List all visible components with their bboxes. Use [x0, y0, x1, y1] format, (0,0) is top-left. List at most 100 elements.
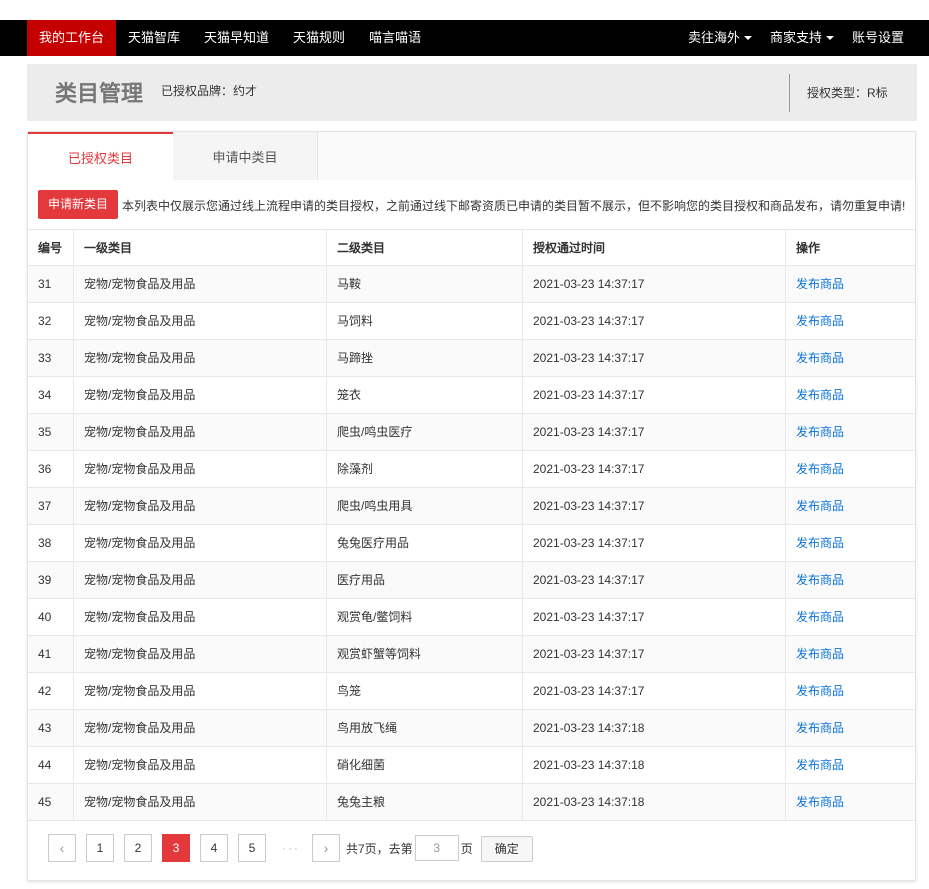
row-action-cell: 发布商品 — [786, 784, 915, 820]
table-row: 37 宠物/宠物食品及用品 爬虫/鸣虫用具 2021-03-23 14:37:17 发布… — [28, 488, 915, 525]
nav-item-4[interactable]: 喵言喵语 — [357, 20, 433, 56]
row-approved-time: 2021-03-23 14:37:18 — [523, 710, 786, 746]
page-suffix-text: 页 — [460, 841, 473, 856]
authorized-brand: 已授权品牌：约才 — [161, 84, 258, 98]
row-id: 34 — [28, 377, 74, 413]
row-level2-category: 马饲料 — [327, 303, 523, 339]
page-ellipsis: ··· — [282, 841, 300, 855]
nav-right-label: 商家支持 — [769, 30, 822, 45]
publish-product-link[interactable]: 发布商品 — [796, 499, 844, 513]
row-approved-time: 2021-03-23 14:37:17 — [523, 266, 786, 302]
row-id: 41 — [28, 636, 74, 672]
nav-left-group: 我的工作台 天猫智库 天猫早知道 天猫规则 喵言喵语 — [27, 20, 433, 56]
page-button[interactable]: 2 — [124, 834, 152, 862]
table-row: 40 宠物/宠物食品及用品 观赏龟/鳖饲料 2021-03-23 14:37:17 发布… — [28, 599, 915, 636]
page-button[interactable]: 1 — [86, 834, 114, 862]
table-row: 34 宠物/宠物食品及用品 笼衣 2021-03-23 14:37:17 发布商品 — [28, 377, 915, 414]
publish-product-link[interactable]: 发布商品 — [796, 758, 844, 772]
publish-product-link[interactable]: 发布商品 — [796, 351, 844, 365]
caret-down-icon — [743, 35, 752, 40]
row-action-cell: 发布商品 — [786, 710, 915, 746]
row-id: 33 — [28, 340, 74, 376]
row-level1-category: 宠物/宠物食品及用品 — [74, 266, 327, 302]
nav-right-item-0[interactable]: 卖往海外 — [679, 20, 761, 56]
row-id: 43 — [28, 710, 74, 746]
page-button[interactable]: 4 — [200, 834, 228, 862]
nav-right-item-2[interactable]: 账号设置 — [843, 20, 913, 56]
publish-product-link[interactable]: 发布商品 — [796, 721, 844, 735]
header-level2-category: 二级类目 — [327, 230, 523, 266]
row-id: 42 — [28, 673, 74, 709]
publish-product-link[interactable]: 发布商品 — [796, 684, 844, 698]
publish-product-link[interactable]: 发布商品 — [796, 425, 844, 439]
publish-product-link[interactable]: 发布商品 — [796, 795, 844, 809]
prev-page-button[interactable]: ‹ — [48, 834, 76, 862]
row-level2-category: 兔兔医疗用品 — [327, 525, 523, 561]
row-level1-category: 宠物/宠物食品及用品 — [74, 636, 327, 672]
goto-page-input[interactable] — [414, 835, 459, 861]
row-level2-category: 除藻剂 — [327, 451, 523, 487]
row-level1-category: 宠物/宠物食品及用品 — [74, 747, 327, 783]
row-level2-category: 笼衣 — [327, 377, 523, 413]
table-row: 39 宠物/宠物食品及用品 医疗用品 2021-03-23 14:37:17 发布商品 — [28, 562, 915, 599]
page-button[interactable]: 3 — [162, 834, 190, 862]
row-action-cell: 发布商品 — [786, 340, 915, 376]
row-id: 35 — [28, 414, 74, 450]
row-id: 44 — [28, 747, 74, 783]
nav-right-label: 账号设置 — [851, 30, 904, 45]
row-id: 39 — [28, 562, 74, 598]
row-action-cell: 发布商品 — [786, 303, 915, 339]
row-approved-time: 2021-03-23 14:37:18 — [523, 784, 786, 820]
page-number-group: 12345 — [86, 834, 276, 862]
nav-item-2[interactable]: 天猫早知道 — [192, 20, 281, 56]
publish-product-link[interactable]: 发布商品 — [796, 277, 844, 291]
publish-product-link[interactable]: 发布商品 — [796, 610, 844, 624]
row-approved-time: 2021-03-23 14:37:17 — [523, 303, 786, 339]
row-level2-category: 马鞍 — [327, 266, 523, 302]
table-row: 44 宠物/宠物食品及用品 硝化细菌 2021-03-23 14:37:18 发布商品 — [28, 747, 915, 784]
row-action-cell: 发布商品 — [786, 599, 915, 635]
row-level2-category: 鸟用放飞绳 — [327, 710, 523, 746]
apply-new-category-button[interactable]: 申请新类目 — [38, 190, 118, 219]
table-row: 33 宠物/宠物食品及用品 马蹄挫 2021-03-23 14:37:17 发布商品 — [28, 340, 915, 377]
publish-product-link[interactable]: 发布商品 — [796, 647, 844, 661]
publish-product-link[interactable]: 发布商品 — [796, 536, 844, 550]
table-row: 41 宠物/宠物食品及用品 观赏虾蟹等饲料 2021-03-23 14:37:17 发布… — [28, 636, 915, 673]
row-approved-time: 2021-03-23 14:37:17 — [523, 451, 786, 487]
table-header-row: 编号 一级类目 二级类目 授权通过时间 操作 — [28, 229, 915, 266]
nav-right-group: 卖往海外 商家支持 账号设置 — [679, 20, 913, 56]
nav-item-3[interactable]: 天猫规则 — [281, 20, 357, 56]
page-button[interactable]: 5 — [238, 834, 266, 862]
publish-product-link[interactable]: 发布商品 — [796, 314, 844, 328]
table-row: 42 宠物/宠物食品及用品 鸟笼 2021-03-23 14:37:17 发布商品 — [28, 673, 915, 710]
row-level2-category: 医疗用品 — [327, 562, 523, 598]
tab-authorized-categories[interactable]: 已授权类目 — [28, 132, 173, 181]
row-approved-time: 2021-03-23 14:37:17 — [523, 562, 786, 598]
total-pages-text: 共7页，去第 — [346, 841, 413, 856]
goto-confirm-button[interactable]: 确定 — [480, 836, 533, 862]
row-approved-time: 2021-03-23 14:37:17 — [523, 673, 786, 709]
header-id: 编号 — [28, 230, 74, 266]
category-table: 编号 一级类目 二级类目 授权通过时间 操作 31 宠物/宠物食品及用品 马鞍 202… — [28, 229, 915, 821]
tab-pending-categories[interactable]: 申请中类目 — [173, 132, 318, 180]
table-row: 32 宠物/宠物食品及用品 马饲料 2021-03-23 14:37:17 发布商品 — [28, 303, 915, 340]
row-action-cell: 发布商品 — [786, 488, 915, 524]
row-approved-time: 2021-03-23 14:37:18 — [523, 747, 786, 783]
header-approved-time: 授权通过时间 — [523, 230, 786, 266]
row-level1-category: 宠物/宠物食品及用品 — [74, 599, 327, 635]
nav-item-1[interactable]: 天猫智库 — [116, 20, 192, 56]
publish-product-link[interactable]: 发布商品 — [796, 462, 844, 476]
nav-right-item-1[interactable]: 商家支持 — [761, 20, 843, 56]
authorization-type: 授权类型：R标 — [807, 86, 888, 100]
table-row: 38 宠物/宠物食品及用品 兔兔医疗用品 2021-03-23 14:37:17 发布商… — [28, 525, 915, 562]
row-approved-time: 2021-03-23 14:37:17 — [523, 525, 786, 561]
nav-item-0[interactable]: 我的工作台 — [27, 20, 117, 56]
row-level1-category: 宠物/宠物食品及用品 — [74, 784, 327, 820]
row-approved-time: 2021-03-23 14:37:17 — [523, 414, 786, 450]
row-action-cell: 发布商品 — [786, 636, 915, 672]
next-page-button[interactable]: › — [312, 834, 340, 862]
publish-product-link[interactable]: 发布商品 — [796, 388, 844, 402]
publish-product-link[interactable]: 发布商品 — [796, 573, 844, 587]
row-level2-category: 马蹄挫 — [327, 340, 523, 376]
row-action-cell: 发布商品 — [786, 377, 915, 413]
